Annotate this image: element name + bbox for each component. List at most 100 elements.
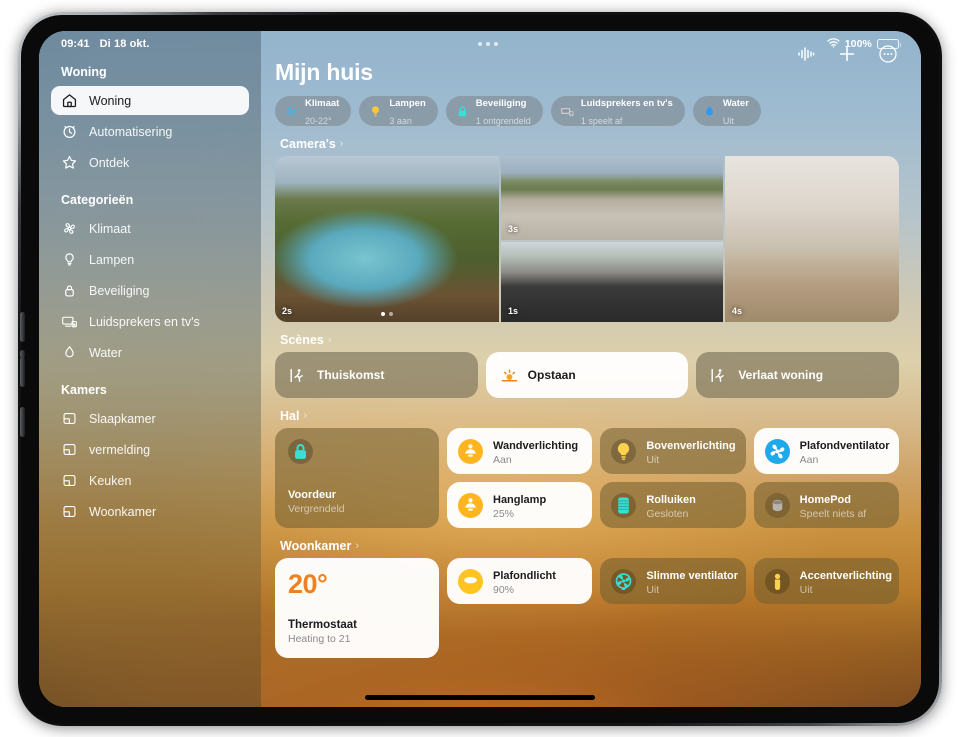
section-title: Woonkamer [280, 539, 352, 553]
chip-title: Lampen [389, 98, 426, 110]
wifi-icon [827, 37, 840, 51]
status-chip-lampen[interactable]: Lampen 3 aan [359, 96, 438, 126]
sidebar-item-label: Slaapkamer [89, 411, 156, 426]
accent-light-icon [764, 568, 790, 594]
sidebar-item-woonkamer[interactable]: Woonkamer [51, 497, 249, 526]
camera-feed-image [501, 242, 723, 322]
device-tile-plafondlicht[interactable]: Plafondlicht 90% [447, 558, 593, 604]
device-state: Gesloten [646, 508, 689, 521]
chip-subtitle: 20-22° [305, 116, 332, 126]
device-tile-bovenverlichting[interactable]: Bovenverlichting Uit [600, 428, 746, 474]
camera-tile-oprit[interactable]: 3s [501, 156, 723, 240]
sidebar-group-header: Kamers [61, 383, 107, 397]
sidebar-item-label: Luidsprekers en tv's [89, 314, 200, 329]
camera-timestamp: 4s [732, 306, 743, 316]
sidebar-item-label: vermelding [89, 442, 151, 457]
sidebar-item-luidsprekers-tvs[interactable]: Luidsprekers en tv's [51, 307, 249, 336]
ipad-device-frame: 09:41 Di 18 okt. 100% Woning Woning Auto… [18, 12, 942, 726]
chevron-right-icon: › [355, 540, 359, 552]
section-header-woonkamer[interactable]: Woonkamer › [280, 539, 899, 553]
house-icon [61, 92, 78, 109]
sidebar-item-label: Lampen [89, 252, 135, 267]
device-name: Slimme ventilator [646, 570, 739, 583]
woonkamer-device-grid: 20° Thermostaat Heating to 21 Plafondlic… [275, 558, 899, 658]
device-state: Uit [799, 584, 813, 597]
device-tile-rolluiken[interactable]: Rolluiken Gesloten [600, 482, 746, 528]
status-chip-klimaat[interactable]: Klimaat 20-22° [275, 96, 352, 126]
sidebar-item-klimaat[interactable]: Klimaat [51, 214, 249, 243]
sidebar-item-label: Water [89, 345, 122, 360]
sidebar-item-automatisering[interactable]: Automatisering [51, 117, 249, 146]
device-tile-accentverlichting[interactable]: Accentverlichting Uit [753, 558, 899, 604]
camera-tile-zwembad[interactable]: 2s [275, 156, 499, 322]
page-title: Mijn huis [275, 59, 373, 85]
device-state: Vergrendeld [288, 503, 345, 516]
device-name: Rolluiken [646, 494, 696, 507]
status-chip-water[interactable]: Water Uit [692, 96, 761, 126]
status-bar-right: 100% [827, 37, 901, 51]
sidebar-item-beveiliging[interactable]: Beveiliging [51, 276, 249, 305]
camera-tile-garage[interactable]: 1s [501, 242, 723, 322]
sidebar-item-keuken[interactable]: Keuken [51, 466, 249, 495]
power-button[interactable] [20, 407, 25, 437]
device-tile-homepod[interactable]: HomePod Speelt niets af [753, 482, 899, 528]
sidebar-group-categorieen: Categorieën Klimaat Lampen Beveiliging L… [51, 193, 249, 367]
scene-label: Thuiskomst [317, 368, 385, 382]
person-walk-icon [710, 366, 729, 385]
battery-percent: 100% [844, 38, 872, 50]
lock-icon [61, 282, 78, 299]
hal-device-grid: Voordeur Vergrendeld Wandverlichting Aan [275, 428, 899, 528]
status-chips: Klimaat 20-22° Lampen 3 aan Beveiliging … [275, 96, 899, 126]
section-header-scenes[interactable]: Scènes › [280, 333, 899, 347]
device-state: Aan [799, 454, 819, 467]
fan-icon [61, 220, 78, 237]
droplet-icon [61, 344, 78, 361]
camera-timestamp: 1s [508, 306, 519, 316]
device-body: 09:41 Di 18 okt. 100% Woning Woning Auto… [20, 15, 939, 723]
sidebar-item-water[interactable]: Water [51, 338, 249, 367]
scene-verlaat-woning[interactable]: Verlaat woning [696, 352, 900, 398]
device-state: 25% [493, 508, 515, 521]
sidebar-item-label: Automatisering [89, 124, 173, 139]
sidebar-item-slaapkamer[interactable]: Slaapkamer [51, 404, 249, 433]
device-tile-thermostaat[interactable]: 20° Thermostaat Heating to 21 [275, 558, 439, 658]
volume-down-button[interactable] [20, 357, 25, 387]
section-title: Camera's [280, 137, 336, 151]
device-state: Uit [646, 584, 660, 597]
chip-subtitle: Uit [722, 116, 734, 126]
multitask-dot [486, 42, 491, 46]
status-chip-beveiliging[interactable]: Beveiliging 1 ontgrendeld [445, 96, 543, 126]
sidebar-group-woning: Woning Woning Automatisering Ontdek [51, 65, 249, 177]
sidebar-item-label: Beveiliging [89, 283, 150, 298]
sidebar-item-lampen[interactable]: Lampen [51, 245, 249, 274]
person-walk-icon [289, 366, 308, 385]
device-state: Aan [493, 454, 512, 467]
sidebar-item-label: Keuken [89, 473, 132, 488]
chip-subtitle: 3 aan [389, 116, 412, 126]
device-name: HomePod [799, 494, 851, 507]
camera-tile-woonkamer[interactable]: 4s [725, 156, 899, 322]
sidebar-item-vermelding[interactable]: vermelding [51, 435, 249, 464]
home-app: Woning Woning Automatisering Ontdek Cate… [39, 31, 921, 707]
section-header-cameras[interactable]: Camera's › [280, 137, 899, 151]
device-tile-wandverlichting[interactable]: Wandverlichting Aan [447, 428, 593, 474]
blinds-icon [611, 492, 637, 518]
chevron-right-icon: › [339, 138, 344, 150]
section-header-hal[interactable]: Hal › [280, 409, 899, 423]
fan-icon [764, 438, 790, 464]
scene-opstaan[interactable]: Opstaan [485, 352, 689, 398]
status-chip-luidsprekers-tvs[interactable]: Luidsprekers en tv's 1 speelt af [550, 96, 685, 126]
tv-icon [560, 104, 575, 119]
scene-thuiskomst[interactable]: Thuiskomst [275, 352, 478, 398]
home-indicator[interactable] [365, 695, 595, 700]
multitasking-handle[interactable] [150, 42, 827, 46]
device-tile-slimme-ventilator[interactable]: Slimme ventilator Uit [600, 558, 746, 604]
camera-feed-image [501, 156, 723, 240]
sidebar-item-ontdek[interactable]: Ontdek [51, 148, 249, 177]
volume-up-button[interactable] [20, 312, 25, 342]
device-tile-plafondventilator[interactable]: Plafondventilator Aan [753, 428, 899, 474]
scene-label: Opstaan [527, 368, 576, 382]
device-tile-voordeur[interactable]: Voordeur Vergrendeld [275, 428, 439, 528]
device-tile-hanglamp[interactable]: Hanglamp 25% [447, 482, 593, 528]
sidebar-item-woning[interactable]: Woning [51, 86, 249, 115]
